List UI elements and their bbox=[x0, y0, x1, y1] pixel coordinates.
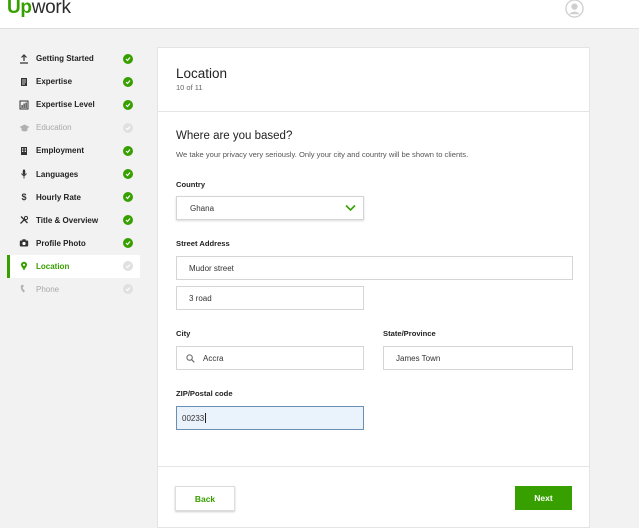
check-icon bbox=[123, 53, 133, 64]
upwork-logo[interactable]: Upwork bbox=[7, 0, 71, 19]
next-button[interactable]: Next bbox=[515, 486, 572, 510]
sidebar-item-employment[interactable]: Employment bbox=[7, 139, 140, 162]
text-cursor bbox=[205, 413, 207, 423]
sidebar-item-getting-started[interactable]: Getting Started bbox=[7, 47, 140, 70]
check-icon bbox=[123, 76, 133, 87]
street-address-line2-input[interactable]: 3 road bbox=[176, 286, 364, 310]
street-address-value: Mudor street bbox=[189, 263, 234, 273]
sidebar-item-profile-photo[interactable]: Profile Photo bbox=[7, 232, 140, 255]
sidebar-item-title-overview[interactable]: Title & Overview bbox=[7, 209, 140, 232]
city-input[interactable]: Accra bbox=[176, 346, 364, 370]
sidebar-item-education[interactable]: Education bbox=[7, 116, 140, 139]
chevron-down-icon bbox=[345, 204, 356, 212]
top-bar: Upwork bbox=[0, 0, 639, 29]
graduation-cap-icon bbox=[18, 122, 30, 134]
privacy-note: We take your privacy very seriously. Onl… bbox=[176, 150, 469, 159]
page-title: Location bbox=[176, 66, 228, 81]
tools-icon bbox=[18, 214, 30, 226]
zip-postal-input[interactable]: 00233 bbox=[176, 406, 364, 430]
country-value: Ghana bbox=[190, 203, 215, 213]
sidebar-item-hourly-rate[interactable]: $ Hourly Rate bbox=[7, 186, 140, 209]
section-question: Where are you based? bbox=[176, 130, 293, 142]
check-icon bbox=[123, 145, 133, 156]
step-counter: 10 of 11 bbox=[176, 83, 203, 92]
map-pin-icon bbox=[18, 260, 30, 272]
search-icon bbox=[186, 353, 195, 363]
card-header: Location 10 of 11 bbox=[158, 48, 589, 112]
card-footer: Back Next bbox=[158, 466, 589, 528]
dollar-icon: $ bbox=[21, 192, 27, 203]
zip-postal-value: 00233 bbox=[182, 413, 205, 423]
phone-icon bbox=[18, 283, 30, 295]
location-form-card: Location 10 of 11 Where are you based? W… bbox=[157, 47, 590, 528]
check-icon bbox=[123, 99, 133, 110]
upload-icon bbox=[18, 53, 30, 65]
sidebar-item-expertise[interactable]: Expertise bbox=[7, 70, 140, 93]
sidebar-item-languages[interactable]: Languages bbox=[7, 162, 140, 185]
state-province-label: State/Province bbox=[383, 329, 436, 338]
microphone-icon bbox=[18, 168, 30, 180]
sidebar-item-phone[interactable]: Phone bbox=[7, 278, 140, 301]
state-province-input[interactable]: James Town bbox=[383, 346, 573, 370]
street-address-label: Street Address bbox=[176, 239, 230, 248]
check-icon bbox=[123, 168, 133, 179]
sidebar-item-expertise-level[interactable]: Expertise Level bbox=[7, 93, 140, 116]
check-icon bbox=[123, 192, 133, 203]
city-label: City bbox=[176, 329, 191, 338]
street-address-line2-value: 3 road bbox=[189, 293, 212, 303]
user-avatar-icon[interactable] bbox=[565, 0, 584, 18]
city-value: Accra bbox=[203, 353, 224, 363]
document-icon bbox=[18, 76, 30, 88]
state-province-value: James Town bbox=[396, 353, 441, 363]
zip-postal-label: ZIP/Postal code bbox=[176, 389, 233, 398]
camera-icon bbox=[18, 237, 30, 249]
building-icon bbox=[18, 145, 30, 157]
country-select[interactable]: Ghana bbox=[176, 196, 364, 220]
sidebar-item-location[interactable]: Location bbox=[7, 254, 140, 278]
back-button[interactable]: Back bbox=[175, 486, 235, 511]
street-address-input[interactable]: Mudor street bbox=[176, 256, 573, 280]
bar-chart-icon bbox=[18, 99, 30, 111]
profile-steps-sidebar: Getting Started Expertise Expertise Leve… bbox=[7, 47, 140, 301]
country-label: Country bbox=[176, 180, 206, 189]
check-icon bbox=[123, 122, 133, 133]
